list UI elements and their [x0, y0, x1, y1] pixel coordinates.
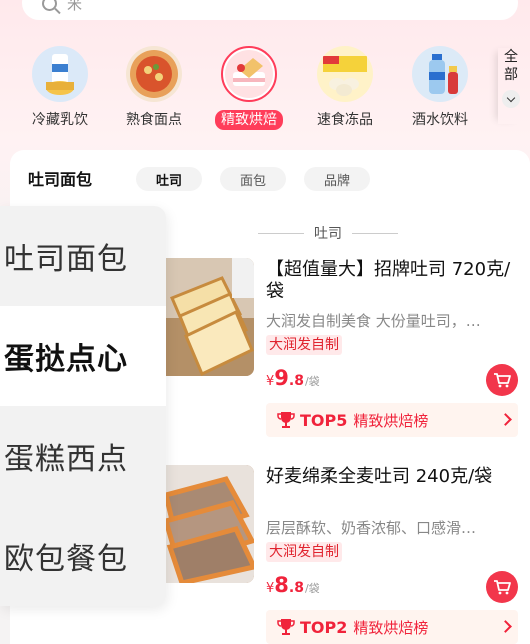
product-image — [166, 465, 254, 583]
trophy-icon — [277, 619, 295, 635]
category-label: 熟食面点 — [126, 112, 182, 128]
trophy-icon — [277, 412, 295, 428]
ranking-bar[interactable]: TOP2 精致烘焙榜 — [266, 610, 518, 644]
category-strip: 冷藏乳饮 熟食面点 精致烘焙 速食冻品 酒水饮料 全部 — [0, 42, 530, 138]
product-name: 【超值量大】招牌吐司 720克/袋 — [266, 259, 511, 302]
category-bakery[interactable]: 精致烘焙 — [209, 42, 289, 130]
section-header: 吐司 — [258, 223, 398, 243]
chip-brand[interactable]: 品牌 — [304, 167, 371, 191]
chevron-down-icon — [502, 90, 520, 108]
add-to-cart-button[interactable] — [486, 364, 518, 396]
chevron-right-icon — [499, 620, 512, 633]
chevron-right-icon — [499, 413, 512, 426]
rank-list-name: 精致烘焙榜 — [353, 618, 429, 637]
rank-list-name: 精致烘焙榜 — [353, 411, 429, 430]
divider — [352, 232, 398, 234]
search-bar[interactable]: 米 — [22, 0, 518, 20]
price-unit: /袋 — [304, 375, 320, 388]
chilled-dairy-icon — [32, 46, 88, 102]
search-icon — [42, 0, 57, 11]
category-drinks[interactable]: 酒水饮料 — [400, 42, 480, 130]
drinks-icon — [412, 46, 468, 102]
left-category-nav: 吐司面包 蛋挞点心 蛋糕西点 欧包餐包 — [0, 206, 166, 606]
search-placeholder: 米 — [67, 0, 83, 13]
category-frozen-food[interactable]: 速食冻品 — [305, 42, 385, 130]
product-price: ¥8.8/袋 — [266, 573, 320, 597]
category-cooked-food[interactable]: 熟食面点 — [114, 42, 194, 130]
product-tag: 大润发自制 — [266, 542, 342, 562]
nav-item-cake[interactable]: 蛋糕西点 — [0, 406, 166, 506]
all-label: 全部 — [504, 49, 518, 83]
nav-item-toast-bread[interactable]: 吐司面包 — [0, 206, 166, 306]
price-integer: 9 — [274, 366, 289, 390]
price-decimal: .8 — [288, 373, 304, 389]
cooked-food-icon — [126, 46, 182, 102]
category-label: 速食冻品 — [317, 112, 373, 128]
cart-icon — [494, 580, 511, 595]
product-image — [166, 258, 254, 376]
product-price: ¥9.8/袋 — [266, 366, 320, 390]
add-to-cart-button[interactable] — [486, 571, 518, 603]
nav-item-euro-bread[interactable]: 欧包餐包 — [0, 506, 166, 606]
category-chilled-dairy[interactable]: 冷藏乳饮 — [20, 42, 100, 130]
sub-category-title: 吐司面包 — [28, 170, 93, 189]
price-unit: /袋 — [304, 582, 320, 595]
price-decimal: .8 — [288, 580, 304, 596]
product-description: 层层酥软、奶香浓郁、口感滑… — [266, 519, 477, 537]
ranking-bar[interactable]: TOP5 精致烘焙榜 — [266, 403, 518, 437]
product-description: 大润发自制美食 大份量吐司，… — [266, 312, 481, 330]
all-categories-button[interactable]: 全部 — [498, 48, 524, 124]
frozen-food-icon — [317, 46, 373, 102]
nav-item-egg-tart[interactable]: 蛋挞点心 — [0, 306, 166, 406]
divider — [258, 232, 304, 234]
category-label: 酒水饮料 — [412, 112, 468, 128]
rank-label: TOP2 — [300, 617, 348, 637]
rank-label: TOP5 — [300, 410, 348, 430]
chip-toast[interactable]: 吐司 — [136, 167, 203, 191]
section-title: 吐司 — [314, 226, 342, 242]
cart-icon — [494, 373, 511, 388]
product-tag: 大润发自制 — [266, 335, 342, 355]
bakery-icon — [221, 46, 277, 102]
product-name: 好麦绵柔全麦吐司 240克/袋 — [266, 466, 493, 487]
category-label: 精致烘焙 — [215, 110, 283, 130]
category-label: 冷藏乳饮 — [32, 112, 88, 128]
price-integer: 8 — [274, 573, 289, 597]
chip-bread[interactable]: 面包 — [220, 167, 287, 191]
